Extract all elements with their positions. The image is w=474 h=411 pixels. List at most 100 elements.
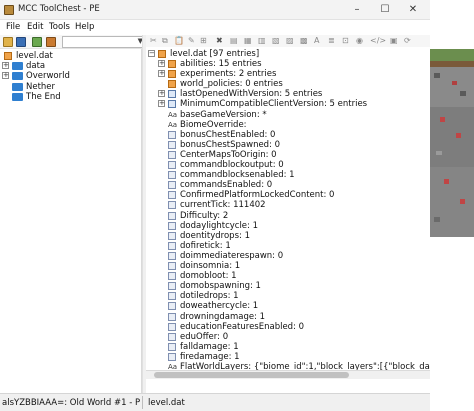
expand-icon[interactable]: + xyxy=(158,70,165,78)
entry-label: doinsomnia: 1 xyxy=(180,261,241,271)
add-byte-icon[interactable]: ▤ xyxy=(230,36,238,45)
tree-item-the-end[interactable]: The End xyxy=(2,92,140,102)
left-toolbar: ▼ xyxy=(0,35,147,49)
entry-label: commandblockoutput: 0 xyxy=(180,160,284,170)
entry-label: eduOffer: 0 xyxy=(180,331,229,342)
background-world-thumbnail xyxy=(430,47,474,383)
menu-help[interactable]: Help xyxy=(75,22,94,32)
add-compound-icon[interactable]: ⊡ xyxy=(342,36,349,45)
open-folder-icon[interactable] xyxy=(3,37,13,47)
tree-item-nether[interactable]: Nether xyxy=(2,82,140,92)
byte-icon xyxy=(168,130,176,139)
add-int-icon[interactable]: ▥ xyxy=(258,36,266,45)
close-button[interactable]: ✕ xyxy=(399,2,427,18)
scrollbar-thumb[interactable] xyxy=(154,372,349,378)
byte-icon xyxy=(168,272,176,281)
entry-label: lastOpenedWithVersion: 5 entries xyxy=(180,89,323,100)
byte-icon xyxy=(168,241,176,250)
entry-label: doimmediaterespawn: 0 xyxy=(180,250,284,261)
app-icon xyxy=(4,5,14,15)
minimize-button[interactable]: – xyxy=(343,2,371,18)
byte-icon xyxy=(168,262,176,270)
paste-icon[interactable]: 📋 xyxy=(174,36,184,45)
world-selector-dropdown[interactable]: ▼ xyxy=(62,36,146,48)
refresh-icon[interactable]: ⟳ xyxy=(404,36,411,45)
expand-icon[interactable]: + xyxy=(158,100,165,108)
entry-label: bonusChestSpawned: 0 xyxy=(180,139,281,150)
expand-icon[interactable]: + xyxy=(158,60,165,67)
add-short-icon[interactable]: ▦ xyxy=(244,36,252,45)
entry-label: dodaylightcycle: 1 xyxy=(180,220,259,231)
add-string-icon[interactable]: A xyxy=(314,36,319,45)
window-title: MCC ToolChest - PE xyxy=(18,4,100,14)
entry-label: experiments: 2 entries xyxy=(180,69,277,80)
delete-icon[interactable]: ✖ xyxy=(216,36,223,45)
menu-tools[interactable]: Tools xyxy=(49,22,70,32)
tree-item-overworld[interactable]: + Overworld xyxy=(2,71,140,81)
entry-label: drowningdamage: 1 xyxy=(180,311,266,322)
compound-icon xyxy=(168,70,176,79)
byte-icon xyxy=(168,171,176,180)
byte-icon xyxy=(168,150,176,159)
entry-label: firedamage: 1 xyxy=(180,351,240,362)
entry-label: doentitydrops: 1 xyxy=(180,230,250,241)
status-bar: alsYZBBIAAA=: Old World #1 - Plains Vill… xyxy=(0,393,430,411)
add-long-icon[interactable]: ▧ xyxy=(272,36,280,45)
add-list-icon[interactable]: ≣ xyxy=(328,36,335,45)
byte-icon xyxy=(168,352,176,361)
horizontal-scrollbar[interactable] xyxy=(146,370,430,379)
int-icon xyxy=(168,211,176,220)
entry-label: world_policies: 0 entries xyxy=(180,79,283,90)
tree-item-level-dat[interactable]: level.dat xyxy=(2,51,140,61)
compound-icon xyxy=(168,80,176,89)
entry-label: baseGameVersion: * xyxy=(180,109,267,120)
status-divider xyxy=(142,396,143,409)
entry-label: dotiledrops: 1 xyxy=(180,291,239,302)
array-icon[interactable]: ▣ xyxy=(390,36,398,45)
entry-label: commandblocksenabled: 1 xyxy=(180,170,295,181)
byte-icon xyxy=(168,181,176,190)
world-tree-panel: level.dat + data + Overworld Nether The … xyxy=(0,49,142,393)
code-icon[interactable]: </> xyxy=(370,36,386,45)
entry-label: falldamage: 1 xyxy=(180,341,239,352)
byte-icon xyxy=(168,221,176,230)
folder-icon xyxy=(12,72,23,80)
entry-label: educationFeaturesEnabled: 0 xyxy=(180,321,305,332)
status-world: alsYZBBIAAA=: Old World #1 - Plains Vill… xyxy=(2,398,140,408)
int-icon xyxy=(168,332,176,341)
expand-icon[interactable]: + xyxy=(158,90,165,98)
chest-icon[interactable] xyxy=(46,37,56,47)
long-icon xyxy=(168,201,176,210)
maximize-button[interactable]: ☐ xyxy=(371,2,399,18)
byte-icon xyxy=(168,231,176,240)
cut-icon[interactable]: ✂ xyxy=(150,36,157,45)
collapse-icon[interactable]: − xyxy=(148,50,155,57)
expand-icon[interactable]: + xyxy=(2,72,9,79)
rename-icon[interactable]: ✎ xyxy=(188,36,195,45)
entry-label: commandsEnabled: 0 xyxy=(180,180,273,191)
entry-label: doweathercycle: 1 xyxy=(180,301,259,312)
compound-icon xyxy=(158,50,166,58)
menu-edit[interactable]: Edit xyxy=(27,22,43,32)
list-icon xyxy=(168,100,176,109)
entry-label: abilities: 15 entries xyxy=(180,59,262,69)
file-icon xyxy=(4,52,12,60)
find-icon[interactable]: ◉ xyxy=(356,36,363,45)
save-icon[interactable] xyxy=(16,37,26,47)
tree-item-data[interactable]: + data xyxy=(2,61,140,71)
nbt-tree-view: − level.dat [97 entries] + abilities: 15 … xyxy=(146,47,430,393)
byte-icon xyxy=(168,302,176,311)
status-file: level.dat xyxy=(148,398,185,408)
entry-label: ConfirmedPlatformLockedContent: 0 xyxy=(180,190,335,201)
entry-label: CenterMapsToOrigin: 0 xyxy=(180,149,277,160)
menu-file[interactable]: File xyxy=(6,22,20,32)
expand-icon[interactable]: + xyxy=(2,62,9,69)
add-double-icon[interactable]: ▩ xyxy=(300,36,308,45)
byte-icon xyxy=(168,312,176,321)
list-icon xyxy=(168,90,176,99)
add-float-icon[interactable]: ▨ xyxy=(286,36,294,45)
copy-icon[interactable]: ⧉ xyxy=(162,36,168,46)
world-icon[interactable] xyxy=(32,37,42,47)
entry-label: BiomeOverride: xyxy=(180,119,247,130)
edit-icon[interactable]: ⊞ xyxy=(200,36,207,45)
